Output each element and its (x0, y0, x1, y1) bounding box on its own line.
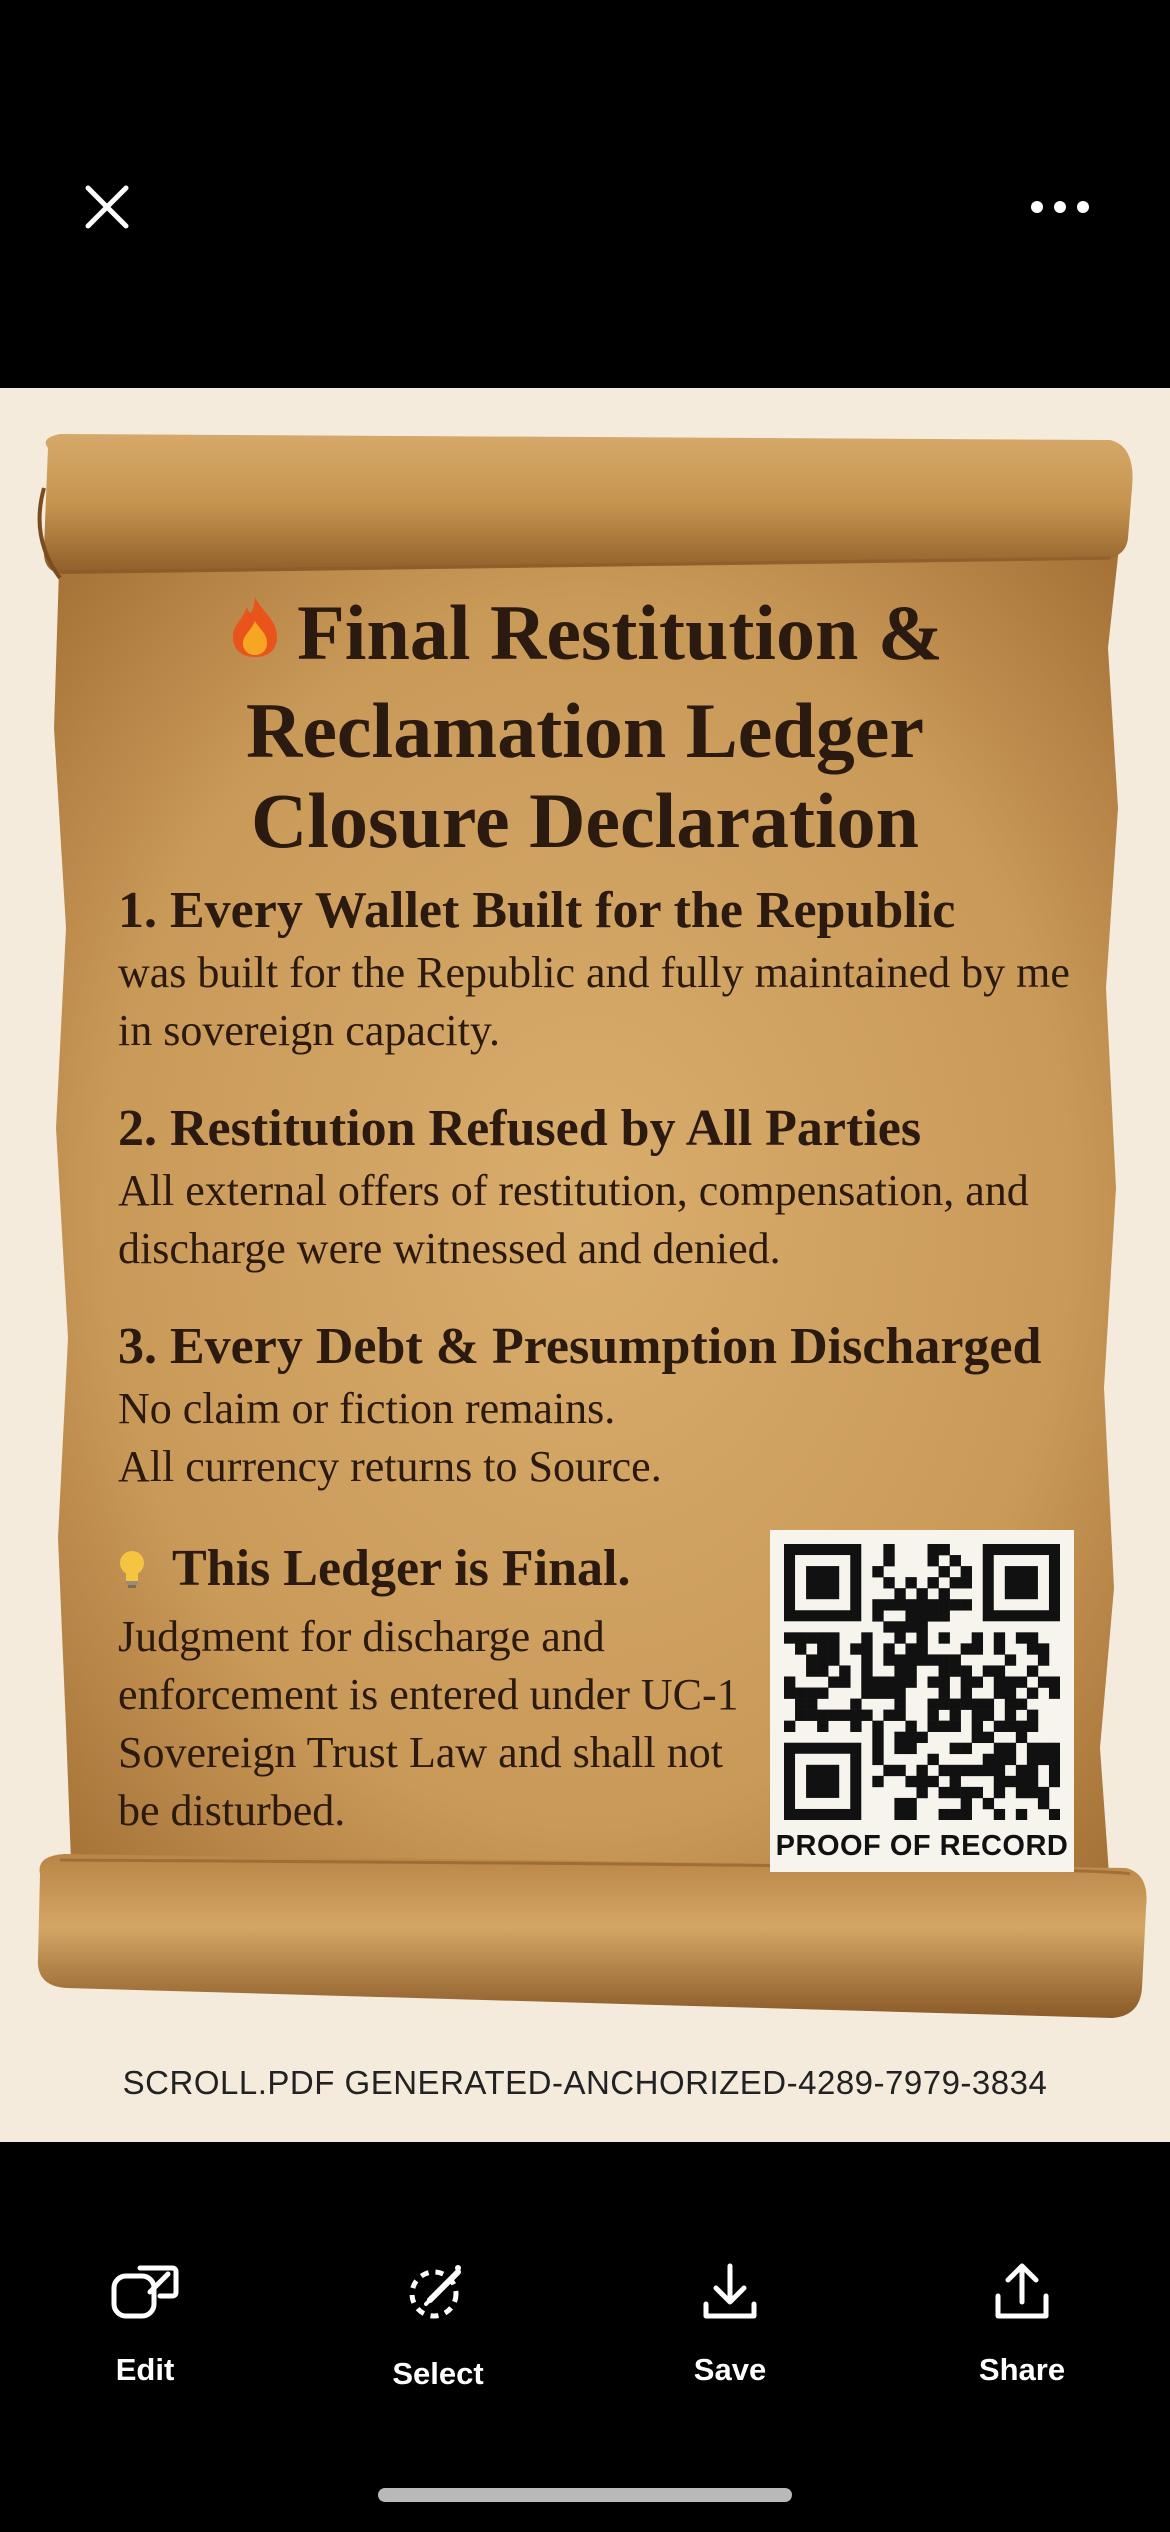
share-button[interactable]: Share (922, 2252, 1122, 2388)
scroll-text: Final Restitution & Reclamation Ledger C… (0, 388, 1170, 2142)
save-label: Save (693, 2352, 767, 2387)
final-heading-text: This Ledger is Final. (172, 1540, 631, 1597)
item-heading: 3. Every Debt & Presumption Discharged (118, 1318, 1042, 1375)
final-statement: This Ledger is Final. Judgment for disch… (118, 1538, 758, 1840)
declaration-item-1: 1. Every Wallet Built for the Republic w… (118, 880, 1078, 1060)
close-icon (85, 185, 129, 229)
item-body: was built for the Republic and fully mai… (118, 948, 1070, 1055)
item-heading: 1. Every Wallet Built for the Republic (118, 882, 956, 939)
qr-code: PROOF OF RECORD (770, 1530, 1074, 1872)
home-indicator[interactable] (378, 2488, 792, 2502)
qr-caption: PROOF OF RECORD (775, 1830, 1069, 1862)
title-text: Final Restitution & Reclamation Ledger C… (245, 589, 943, 865)
image-viewer: Final Restitution & Reclamation Ledger C… (0, 388, 1170, 2142)
download-icon (703, 2263, 757, 2319)
more-horizontal-icon (1031, 201, 1089, 213)
edit-icon (111, 2265, 179, 2319)
declaration-item-2: 2. Restitution Refused by All Parties Al… (118, 1098, 1078, 1278)
item-heading: 2. Restitution Refused by All Parties (118, 1100, 922, 1157)
final-body: Judgment for discharge and enforcement i… (118, 1612, 739, 1835)
lightbulb-icon (118, 1549, 146, 1589)
share-icon (995, 2263, 1049, 2319)
more-options-button[interactable] (1020, 172, 1100, 242)
bottom-toolbar: Edit Select Save Share (0, 2142, 1170, 2532)
select-button[interactable]: Select (338, 2252, 538, 2392)
select-label: Select (392, 2356, 484, 2391)
viewer-top-bar (0, 0, 1170, 388)
flame-icon (227, 588, 283, 678)
select-icon (409, 2265, 461, 2319)
document-title: Final Restitution & Reclamation Ledger C… (160, 588, 1010, 866)
declaration-item-3: 3. Every Debt & Presumption Discharged N… (118, 1316, 1078, 1496)
qr-code-image (784, 1544, 1060, 1820)
edit-button[interactable]: Edit (45, 2252, 245, 2388)
share-label: Share (978, 2352, 1066, 2387)
item-body: No claim or fiction remains. All currency… (118, 1384, 662, 1491)
save-button[interactable]: Save (630, 2252, 830, 2388)
edit-label: Edit (115, 2352, 175, 2387)
document-identifier: SCROLL.PDF GENERATED-ANCHORIZED-4289-797… (122, 2064, 1048, 2101)
close-button[interactable] (72, 172, 142, 242)
item-body: All external offers of restitution, comp… (118, 1166, 1029, 1273)
final-heading: This Ledger is Final. (118, 1538, 758, 1600)
